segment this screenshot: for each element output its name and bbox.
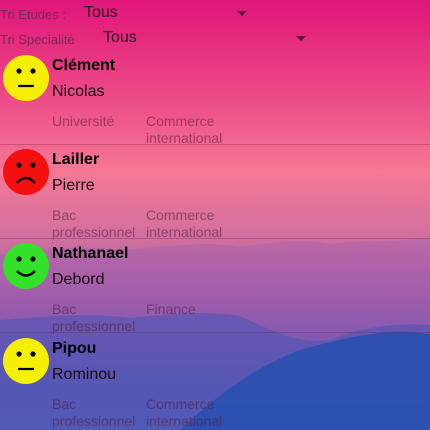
student-row[interactable]: Pipou Rominou Bac professionnel Commerce…	[0, 334, 430, 429]
filter-etudes: Tri Etudes : Tous	[0, 1, 430, 25]
student-firstname: Debord	[52, 271, 105, 288]
dropdown-arrow-icon[interactable]	[296, 36, 306, 41]
filter-specialite-dropdown[interactable]: Tous	[103, 29, 137, 47]
student-specialite: Commerce international	[146, 113, 223, 146]
student-firstname: Nicolas	[52, 83, 105, 100]
student-lastname: Lailler	[52, 151, 100, 168]
student-lastname: Pipou	[52, 340, 97, 357]
student-etudes: Bac professionnel	[52, 207, 136, 240]
student-etudes: Bac professionnel	[52, 301, 136, 334]
neutral-face-icon	[2, 337, 50, 385]
student-row[interactable]: Lailler Pierre Bac professionnel Commerc…	[0, 145, 430, 240]
student-specialite: Finance	[146, 301, 196, 317]
student-lastname: Clément	[52, 57, 116, 74]
filter-etudes-dropdown[interactable]: Tous	[84, 4, 118, 22]
row-divider	[0, 332, 430, 333]
student-specialite: Commerce international	[146, 207, 223, 240]
student-etudes: Université	[52, 113, 115, 129]
student-list-screen: Tri Etudes : Tous Tri Specialité Tous Cl…	[0, 0, 430, 430]
student-row[interactable]: Nathanael Debord Bac professionnel Finan…	[0, 239, 430, 334]
neutral-face-icon	[2, 54, 50, 102]
student-lastname: Nathanael	[52, 245, 129, 262]
filter-specialite: Tri Specialité Tous	[0, 26, 430, 50]
filter-specialite-label: Tri Specialité	[0, 32, 75, 47]
student-specialite: Commerce international	[146, 396, 223, 429]
student-firstname: Pierre	[52, 177, 95, 194]
student-firstname: Rominou	[52, 366, 117, 383]
sad-face-icon	[2, 148, 50, 196]
student-etudes: Bac professionnel	[52, 396, 136, 429]
student-row[interactable]: Clément Nicolas Université Commerce inte…	[0, 51, 430, 146]
dropdown-arrow-icon[interactable]	[237, 11, 247, 16]
happy-face-icon	[2, 242, 50, 290]
filter-etudes-label: Tri Etudes :	[0, 7, 66, 22]
